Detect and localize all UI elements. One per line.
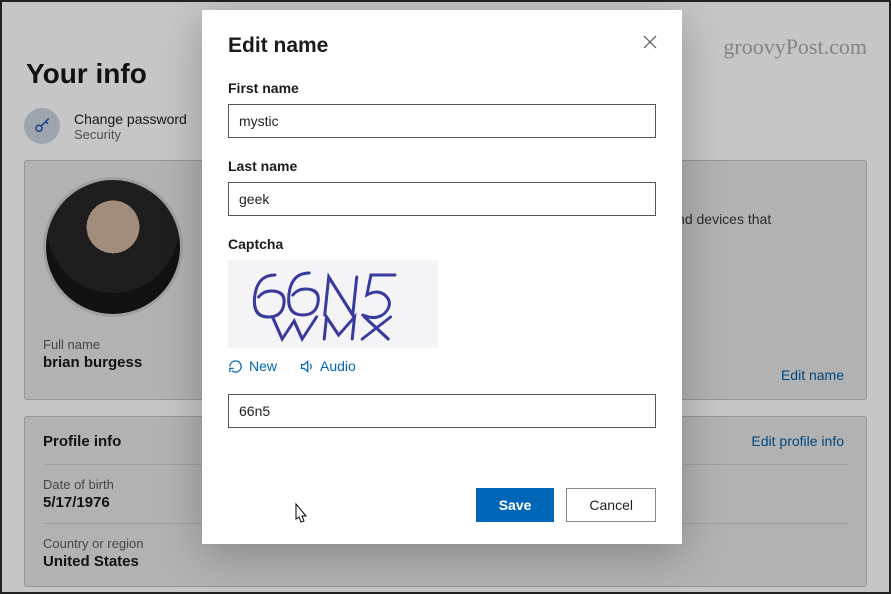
last-name-label: Last name [228, 158, 656, 174]
dialog-title: Edit name [228, 34, 656, 58]
captcha-audio-link[interactable]: Audio [299, 358, 356, 374]
change-password-label: Change password [74, 111, 187, 127]
edit-name-dialog: Edit name First name Last name Captcha [202, 10, 682, 544]
close-button[interactable] [642, 34, 660, 52]
edit-profile-link[interactable]: Edit profile info [751, 433, 844, 449]
captcha-audio-label: Audio [320, 358, 356, 374]
audio-icon [299, 359, 314, 374]
cursor-icon [290, 502, 310, 526]
last-name-input[interactable] [228, 182, 656, 216]
first-name-label: First name [228, 80, 656, 96]
first-name-input[interactable] [228, 104, 656, 138]
watermark-text: groovyPost.com [723, 34, 867, 60]
refresh-icon [228, 359, 243, 374]
captcha-input[interactable] [228, 394, 656, 428]
country-value: United States [43, 553, 848, 570]
captcha-new-link[interactable]: New [228, 358, 277, 374]
captcha-label: Captcha [228, 236, 656, 252]
cancel-button[interactable]: Cancel [566, 488, 656, 522]
captcha-image [228, 260, 438, 348]
avatar [43, 177, 183, 317]
edit-name-link[interactable]: Edit name [781, 367, 844, 383]
captcha-new-label: New [249, 358, 277, 374]
key-icon [24, 108, 60, 144]
security-sublabel: Security [74, 127, 187, 142]
save-button[interactable]: Save [476, 488, 555, 522]
